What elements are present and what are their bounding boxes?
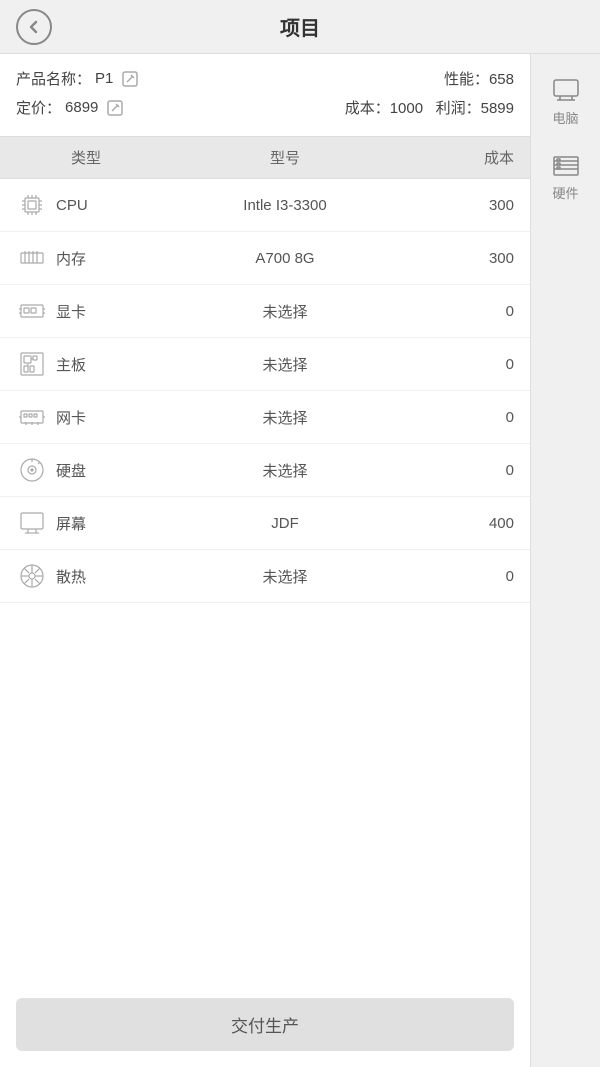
cpu-icon — [16, 189, 48, 221]
row-type-cell: 内存 — [16, 242, 156, 274]
row-model: 未选择 — [156, 566, 414, 587]
motherboard-icon — [16, 348, 48, 380]
row-model: 未选择 — [156, 460, 414, 481]
row-type-label: 显卡 — [56, 301, 86, 322]
info-section: 产品名称： P1 性能：658 定价： 6899 — [0, 54, 530, 136]
back-button[interactable] — [16, 9, 52, 45]
hardware-icon — [550, 151, 582, 179]
sidebar: 电脑 硬件 — [530, 54, 600, 1067]
table-row[interactable]: 硬盘 未选择 0 — [0, 444, 530, 497]
cost-label: 成本： — [345, 100, 390, 117]
price-value: 6899 — [65, 99, 98, 116]
row-type-label: CPU — [56, 197, 88, 214]
row-model: A700 8G — [156, 250, 414, 267]
row-cost: 0 — [414, 356, 514, 373]
row-type-cell: 硬盘 — [16, 454, 156, 486]
header: 项目 — [0, 0, 600, 54]
col-model-header: 型号 — [156, 147, 414, 168]
price-label: 定价： — [16, 97, 61, 118]
col-type-header: 类型 — [16, 147, 156, 168]
row-type-label: 网卡 — [56, 407, 86, 428]
performance-label: 性能： — [444, 71, 489, 88]
profit-value: 5899 — [481, 100, 514, 117]
table-row[interactable]: 显卡 未选择 0 — [0, 285, 530, 338]
row-cost: 300 — [414, 197, 514, 214]
cost-value: 1000 — [390, 100, 423, 117]
profit-label: 利润： — [436, 100, 481, 117]
cost-profit-info: 成本：1000 利润：5899 — [345, 97, 514, 118]
product-value: P1 — [95, 70, 113, 87]
row-cost: 0 — [414, 303, 514, 320]
hdd-icon — [16, 454, 48, 486]
sidebar-hardware-label: 硬件 — [552, 183, 578, 202]
row-cost: 300 — [414, 250, 514, 267]
table-row[interactable]: CPU Intle I3-3300 300 — [0, 179, 530, 232]
sidebar-item-hardware[interactable]: 硬件 — [531, 141, 600, 212]
table-body: CPU Intle I3-3300 300 内存 A700 8G 300 — [0, 179, 530, 982]
row-type-label: 硬盘 — [56, 460, 86, 481]
row-type-label: 内存 — [56, 248, 86, 269]
row-model: JDF — [156, 515, 414, 532]
network-icon — [16, 401, 48, 433]
product-label: 产品名称： — [16, 68, 91, 89]
price-edit-icon[interactable] — [106, 99, 124, 117]
row-type-cell: 显卡 — [16, 295, 156, 327]
sidebar-item-computer[interactable]: 电脑 — [531, 66, 600, 137]
table-row[interactable]: 主板 未选择 0 — [0, 338, 530, 391]
row-cost: 400 — [414, 515, 514, 532]
cooling-icon — [16, 560, 48, 592]
performance-value: 658 — [489, 71, 514, 88]
row-model: 未选择 — [156, 407, 414, 428]
row-type-label: 散热 — [56, 566, 86, 587]
content-area: 产品名称： P1 性能：658 定价： 6899 — [0, 54, 530, 1067]
row-cost: 0 — [414, 462, 514, 479]
row-model: 未选择 — [156, 301, 414, 322]
main-layout: 产品名称： P1 性能：658 定价： 6899 — [0, 54, 600, 1067]
row-type-cell: CPU — [16, 189, 156, 221]
product-edit-icon[interactable] — [121, 70, 139, 88]
row-model: Intle I3-3300 — [156, 197, 414, 214]
table-row[interactable]: 内存 A700 8G 300 — [0, 232, 530, 285]
bottom-section: 交付生产 — [0, 982, 530, 1067]
monitor-icon — [16, 507, 48, 539]
row-model: 未选择 — [156, 354, 414, 375]
table-header: 类型 型号 成本 — [0, 136, 530, 179]
sidebar-computer-label: 电脑 — [552, 108, 578, 127]
page-title: 项目 — [280, 12, 320, 41]
product-row: 产品名称： P1 性能：658 — [16, 68, 514, 89]
row-type-cell: 屏幕 — [16, 507, 156, 539]
price-row: 定价： 6899 成本：1000 利润：5899 — [16, 97, 514, 118]
table-row[interactable]: 屏幕 JDF 400 — [0, 497, 530, 550]
performance-info: 性能：658 — [444, 68, 514, 89]
table-row[interactable]: 网卡 未选择 0 — [0, 391, 530, 444]
submit-button[interactable]: 交付生产 — [16, 998, 514, 1051]
row-cost: 0 — [414, 568, 514, 585]
row-type-label: 主板 — [56, 354, 86, 375]
row-type-label: 屏幕 — [56, 513, 86, 534]
row-cost: 0 — [414, 409, 514, 426]
table-row[interactable]: 散热 未选择 0 — [0, 550, 530, 603]
computer-icon — [550, 76, 582, 104]
memory-icon — [16, 242, 48, 274]
gpu-icon — [16, 295, 48, 327]
row-type-cell: 散热 — [16, 560, 156, 592]
col-cost-header: 成本 — [414, 147, 514, 168]
row-type-cell: 主板 — [16, 348, 156, 380]
row-type-cell: 网卡 — [16, 401, 156, 433]
